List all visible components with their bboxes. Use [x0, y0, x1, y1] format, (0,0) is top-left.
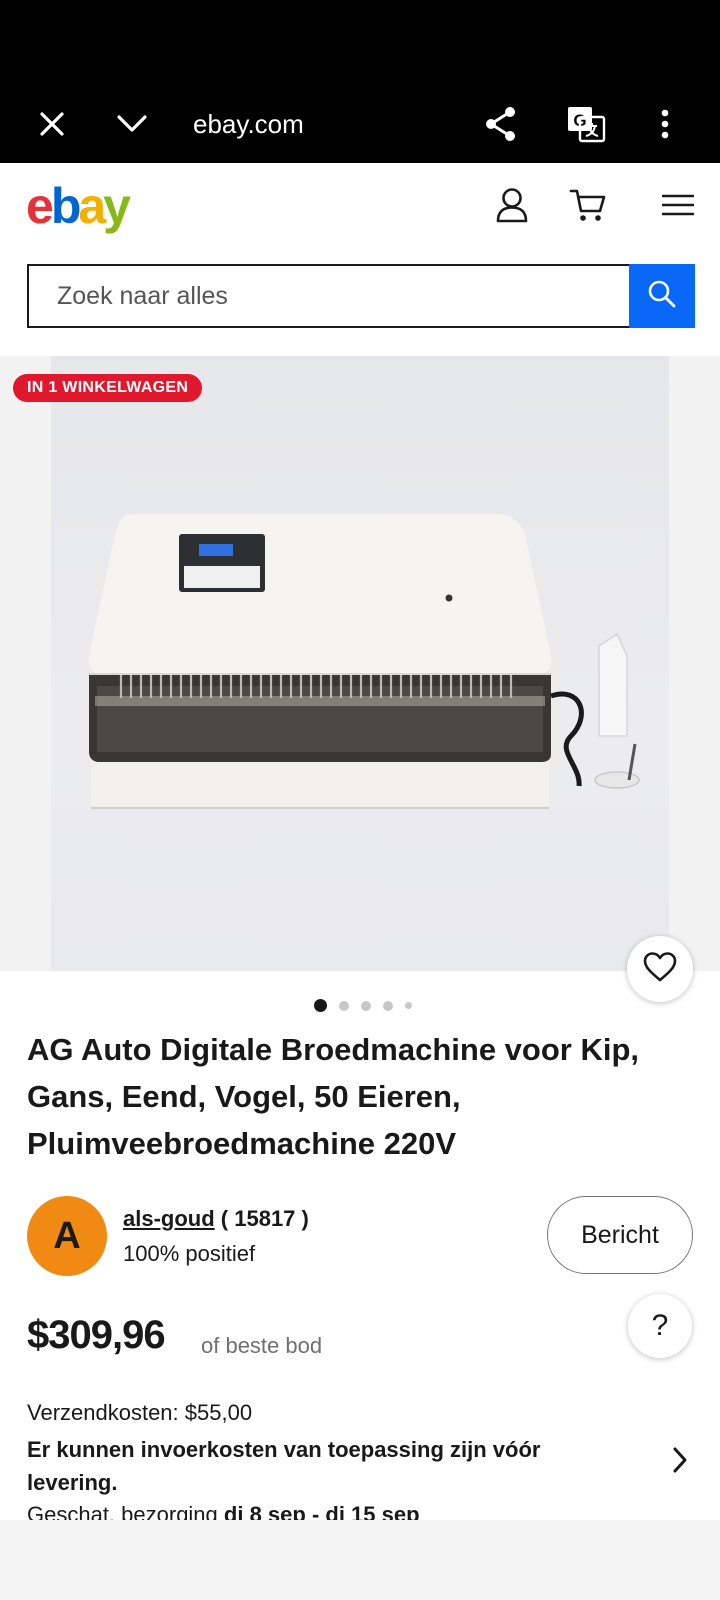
pagination-dot[interactable]: [339, 1000, 349, 1011]
account-icon[interactable]: [492, 183, 532, 227]
browser-toolbar: ebay.com G: [0, 85, 720, 163]
search-button[interactable]: [629, 264, 695, 328]
heart-icon: [643, 951, 677, 987]
item-price: $309,96: [27, 1313, 166, 1357]
pagination-dot[interactable]: [361, 1000, 371, 1011]
menu-icon[interactable]: [658, 183, 698, 227]
search-icon: [647, 279, 677, 314]
status-bar: [0, 0, 720, 85]
pagination-dot[interactable]: [405, 1002, 412, 1009]
product-image[interactable]: [51, 356, 669, 971]
image-pagination: [0, 999, 720, 1012]
cart-icon[interactable]: [568, 183, 608, 227]
watchlist-button[interactable]: [627, 936, 693, 1002]
logo-letter-e: e: [26, 178, 54, 234]
more-icon[interactable]: [648, 85, 682, 163]
search-input[interactable]: [29, 266, 630, 326]
seller-name[interactable]: als-goud: [123, 1206, 215, 1231]
logo-letter-a: a: [78, 178, 106, 234]
pagination-dot-active[interactable]: [314, 999, 327, 1012]
url-bar[interactable]: ebay.com: [193, 85, 304, 163]
seller-avatar[interactable]: A: [27, 1196, 107, 1276]
cart-count-badge: IN 1 WINKELWAGEN: [13, 374, 203, 402]
seller-feedback-count: ( 15817 ): [220, 1206, 309, 1231]
chevron-down-icon[interactable]: [110, 85, 154, 163]
estimated-delivery: Geschat. bezorging di 8 sep - di 15 sep: [27, 1502, 420, 1520]
import-fees-notice[interactable]: Er kunnen invoerkosten van toepassing zi…: [27, 1433, 617, 1499]
message-seller-button[interactable]: Bericht: [547, 1196, 693, 1274]
listing-title: AG Auto Digitale Broedmachine voor Kip, …: [27, 1032, 640, 1161]
share-icon[interactable]: [478, 85, 524, 163]
chevron-right-icon[interactable]: [668, 1443, 692, 1477]
ebay-logo[interactable]: ebay: [26, 178, 131, 234]
seller-positive-feedback: 100% positief: [123, 1241, 256, 1266]
delivery-dates: di 8 sep - di 15 sep: [223, 1502, 420, 1520]
delivery-label: Geschat. bezorging: [27, 1502, 218, 1520]
image-gallery[interactable]: IN 1 WINKELWAGEN: [0, 356, 720, 971]
logo-letter-y: y: [103, 178, 131, 234]
close-icon[interactable]: [30, 85, 74, 163]
translate-icon[interactable]: G: [563, 85, 609, 163]
help-button[interactable]: ?: [628, 1294, 692, 1358]
seller-link[interactable]: als-goud ( 15817 ): [123, 1206, 309, 1232]
ebay-page: ebay Zoek naar alles IN 1 WINKELWAGEN AG…: [0, 163, 720, 1520]
shipping-cost: Verzendkosten: $55,00: [27, 1400, 253, 1425]
pagination-dot[interactable]: [383, 1000, 393, 1011]
search-field: [27, 264, 630, 328]
best-offer-label: of beste bod: [201, 1333, 323, 1358]
logo-letter-b: b: [50, 178, 81, 234]
